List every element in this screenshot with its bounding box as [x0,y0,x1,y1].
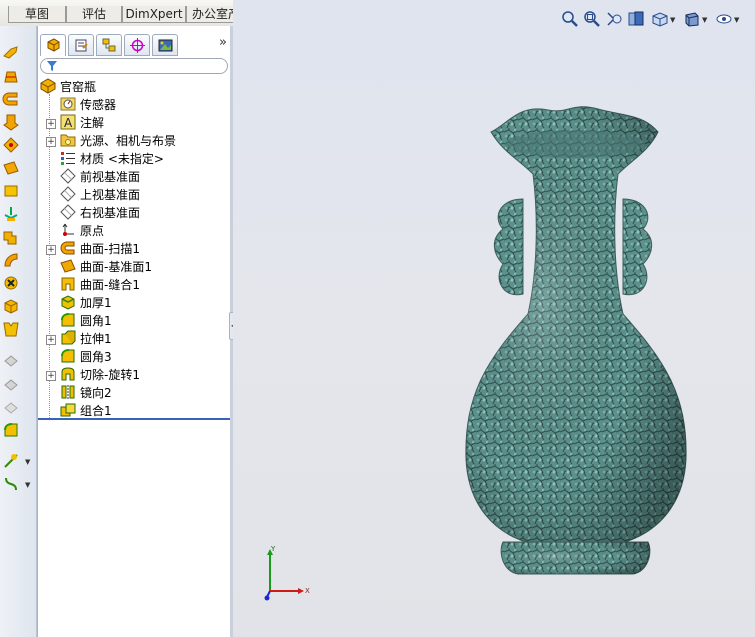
lofted-surface-icon[interactable] [2,67,20,85]
tab-dimxpert[interactable]: DimXpert [122,6,186,23]
tree-item-fillet1[interactable]: 圆角1 [60,312,112,330]
tree-item-annotations[interactable]: A 注解 [60,114,104,132]
boundary-surface-icon[interactable] [2,90,20,108]
planar-surface-icon [60,258,76,274]
knit-surface-icon[interactable] [2,205,20,223]
tab-evaluate[interactable]: 评估 [66,6,122,23]
dimxpert-manager-tab[interactable] [124,34,150,56]
expand-lights-cameras[interactable]: + [46,137,56,147]
reference-surface-icon[interactable] [2,399,20,417]
zoom-to-fit-icon[interactable] [561,10,579,28]
property-manager-tab[interactable] [68,34,94,56]
section-view-icon[interactable] [627,10,645,28]
tree-item-material[interactable]: 材质 <未指定> [60,150,164,168]
svg-text:A: A [64,116,73,130]
fillet-icon [60,348,76,364]
swept-surface-icon [60,240,76,256]
fillet-surface-icon[interactable] [2,228,20,246]
tree-root-label: 官窑瓶 [60,80,97,94]
configuration-manager-tab[interactable] [96,34,122,56]
zoom-to-area-icon[interactable] [583,10,601,28]
chevron-down-icon[interactable]: ▼ [702,16,707,24]
vase-model[interactable] [448,104,708,584]
heads-up-view-toolbar: ▼ ▼ ▼ [549,10,749,30]
plane-icon [60,168,76,184]
fillet-icon [60,312,76,328]
chevron-down-icon[interactable]: ▼ [670,16,675,24]
origin-icon [60,222,76,238]
thicken-icon[interactable] [2,297,20,315]
material-icon [60,150,76,166]
feature-tree-tab[interactable] [40,34,66,56]
plane-icon [60,204,76,220]
extend-surface-icon[interactable] [2,376,20,394]
annotations-icon: A [60,114,76,130]
mirror-icon [60,384,76,400]
part-icon [40,78,56,94]
feature-manager-tabs: » [38,34,231,56]
tree-item-sensors[interactable]: 传感器 [60,96,116,114]
curves-icon[interactable] [2,475,20,493]
triad-x-label: X [305,587,310,595]
fillet-icon[interactable] [2,421,20,439]
filter-icon [47,61,57,71]
chevron-down-icon[interactable]: ▼ [25,458,30,466]
tree-item-right-plane[interactable]: 右视基准面 [60,204,140,222]
display-manager-tab[interactable] [152,34,178,56]
surfaces-toolbar: ▼ ▼ [0,26,37,637]
expand-swept-surface[interactable]: + [46,245,56,255]
chevron-down-icon[interactable]: ▼ [734,16,739,24]
tree-item-extrude[interactable]: 拉伸1 [60,330,112,348]
lights-cameras-icon [60,132,76,148]
tree-item-origin[interactable]: 原点 [60,222,104,240]
extruded-surface-icon[interactable] [2,113,20,131]
view-orientation-icon[interactable] [651,10,669,28]
tree-item-knit-surface[interactable]: 曲面-缝合1 [60,276,140,294]
tab-sketch[interactable]: 草图 [8,6,66,23]
hide-show-items-icon[interactable] [715,10,733,28]
tree-item-swept-surface[interactable]: 曲面-扫描1 [60,240,140,258]
expand-extrude[interactable]: + [46,335,56,345]
revolved-surface-icon[interactable] [2,136,20,154]
coordinate-triad: Y X [264,545,310,601]
extrude-icon [60,330,76,346]
expand-annotations[interactable]: + [46,119,56,129]
previous-view-icon[interactable] [605,10,623,28]
tree-item-cut-revolve[interactable]: 切除-旋转1 [60,366,140,384]
tree-item-fillet3[interactable]: 圆角3 [60,348,112,366]
expand-cut-revolve[interactable]: + [46,371,56,381]
tree-item-thicken[interactable]: 加厚1 [60,294,112,312]
chevron-down-icon[interactable]: ▼ [25,481,30,489]
tree-item-mirror[interactable]: 镜向2 [60,384,112,402]
rollback-bar[interactable] [38,418,231,420]
tree-item-lights-cameras[interactable]: 光源、相机与布景 [60,132,176,150]
tree-root-part[interactable]: 官窑瓶 [40,78,96,96]
swept-surface-icon[interactable] [2,44,20,62]
tree-item-planar-surface[interactable]: 曲面-基准面1 [60,258,152,276]
more-tabs-button[interactable]: » [219,35,227,50]
plane-icon [60,186,76,202]
offset-surface-icon[interactable] [2,182,20,200]
untrim-surface-icon[interactable] [2,352,20,370]
feature-filter-input[interactable] [40,58,228,74]
fill-surface-icon[interactable] [2,320,20,338]
delete-face-icon[interactable] [2,251,20,269]
feature-manager-panel: » 官窑瓶 传感器 + A 注解 + 光源、相机与布景 材质 <未指定> 前视基准… [37,26,232,637]
tree-item-top-plane[interactable]: 上视基准面 [60,186,140,204]
triad-y-label: Y [270,545,276,553]
tree-item-front-plane[interactable]: 前视基准面 [60,168,140,186]
knit-surface-icon [60,276,76,292]
thicken-icon [60,294,76,310]
planar-surface-icon[interactable] [2,159,20,177]
cut-with-surface-icon[interactable] [2,274,20,292]
combine-icon [60,402,76,418]
display-style-icon[interactable] [683,10,701,28]
reference-geometry-icon[interactable] [2,452,20,470]
sensors-icon [60,96,76,112]
graphics-viewport[interactable]: ▼ ▼ ▼ Y X [233,0,755,637]
cut-revolve-icon [60,366,76,382]
